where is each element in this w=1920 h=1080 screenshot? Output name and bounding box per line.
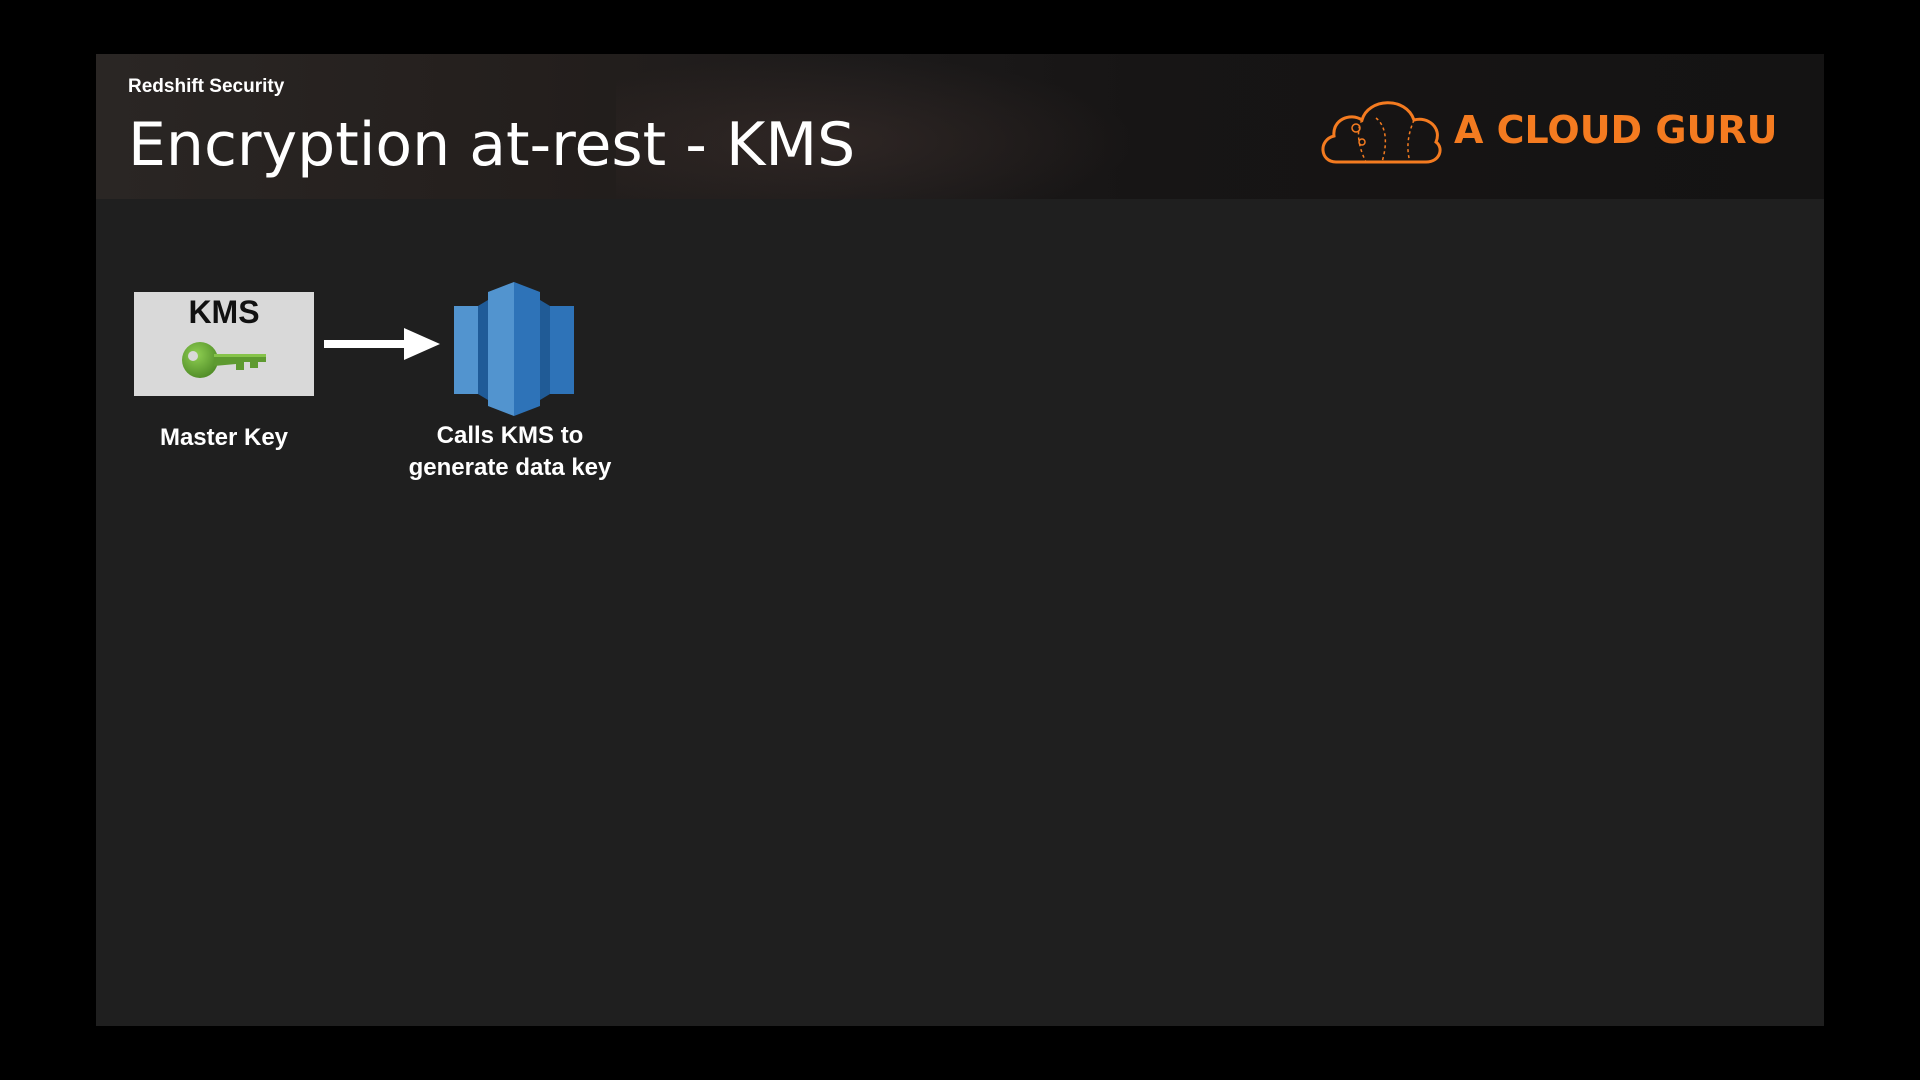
right-arrow-icon	[324, 328, 440, 360]
cloud-logo-icon	[1321, 101, 1442, 164]
section-label: Redshift Security	[128, 76, 285, 97]
slide: Redshift Security Encryption at-rest - K…	[96, 54, 1824, 1026]
brand-logo: A CLOUD GURU	[1316, 90, 1786, 170]
key-icon	[182, 342, 266, 378]
redshift-label-line1: Calls KMS to	[436, 422, 584, 449]
master-key-label: Master Key	[159, 424, 289, 451]
redshift-label: Calls KMS to generate data key	[390, 420, 630, 484]
kms-title: KMS	[188, 294, 260, 330]
slide-header: Redshift Security Encryption at-rest - K…	[96, 54, 1824, 199]
brand-name: A CLOUD GURU	[1454, 108, 1778, 152]
page-title: Encryption at-rest - KMS	[128, 110, 856, 180]
redshift-icon	[454, 282, 574, 416]
kms-master-key-box: KMS	[134, 292, 314, 396]
redshift-label-line2: generate data key	[408, 454, 612, 481]
